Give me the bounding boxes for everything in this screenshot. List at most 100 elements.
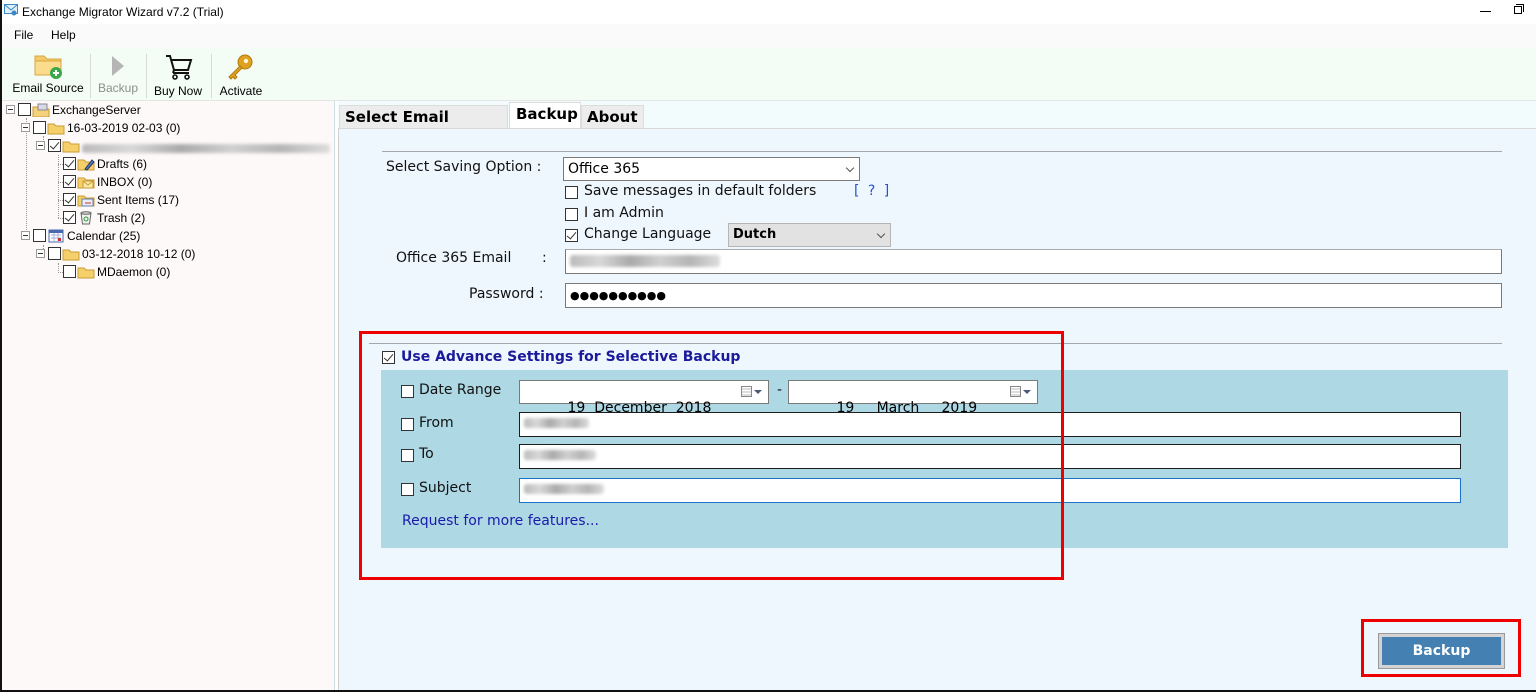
saving-option-value: Office 365 [568,161,641,177]
tree-checkbox[interactable] [18,103,31,116]
minimize-button[interactable] [1472,0,1502,24]
tree-label: Drafts (6) [97,157,148,171]
tree-label: Calendar (25) [67,229,141,243]
office365-email-input[interactable] [565,249,1502,274]
tree-node-calendar[interactable]: Calendar (25) [2,227,332,245]
folder-icon [47,123,65,135]
tree-label: ExchangeServer [52,103,141,117]
tree-node-inbox[interactable]: INBOX (0) [2,173,332,191]
subject-checkbox[interactable] [401,483,414,496]
tree-checkbox[interactable] [33,229,46,242]
folder-icon [62,141,80,153]
email-colon: : [542,250,547,266]
dropdown-arrow-icon [1023,390,1031,394]
tree-checkbox[interactable] [48,247,61,260]
subject-input[interactable] [519,478,1461,503]
buy-now-button[interactable]: Buy Now [148,48,208,100]
advanced-settings-panel: Date Range 19 December 2018 - 19 March 2… [381,370,1508,548]
account-email-blurred [82,142,330,156]
drafts-folder-icon [77,159,95,171]
toolbar-separator [211,54,212,98]
window-title: Exchange Migrator Wizard v7.2 (Trial) [22,5,224,19]
collapse-toggle[interactable] [21,231,30,240]
dropdown-arrow-icon [754,390,762,394]
i-am-admin-checkbox[interactable] [565,208,578,221]
i-am-admin-label: I am Admin [584,205,664,221]
cart-icon [166,55,193,80]
office365-email-label: Office 365 Email [396,250,512,266]
tree-node-drafts[interactable]: Drafts (6) [2,155,332,173]
tree-node[interactable]: 03-12-2018 10-12 (0) [2,245,332,263]
tab-select-email-source[interactable]: Select Email Source [339,105,508,144]
tree-label: 03-12-2018 10-12 (0) [82,247,196,261]
to-checkbox[interactable] [401,449,414,462]
password-input[interactable]: ●●●●●●●●●● [565,283,1502,308]
date-to-picker[interactable]: 19 March 2019 [788,380,1038,416]
email-source-button[interactable]: Email Source [8,48,88,100]
chevron-down-icon [876,229,886,239]
toolbar-separator [90,54,91,98]
tree-checkbox[interactable] [33,121,46,134]
tree-label: 16-03-2019 02-03 (0) [67,121,181,135]
mail-app-icon [4,4,18,16]
tree-node-exchangeserver[interactable]: ExchangeServer [2,101,332,119]
folder-icon [62,249,80,261]
collapse-toggle[interactable] [6,105,15,114]
advance-settings-checkbox[interactable] [382,351,395,364]
email-source-label: Email Source [12,81,84,95]
tab-backup[interactable]: Backup [509,102,581,129]
tree-checkbox[interactable] [63,157,76,170]
password-value: ●●●●●●●●●● [570,289,666,302]
from-input[interactable] [519,412,1461,437]
restore-icon-front [1514,6,1522,14]
request-more-features-link[interactable]: Request for more features... [402,513,599,529]
inbox-folder-icon [77,177,95,189]
from-checkbox[interactable] [401,418,414,431]
tree-node-mdaemon[interactable]: MDaemon (0) [2,263,332,281]
calendar-icon [48,229,64,243]
menu-bar: File Help [2,24,1536,48]
language-select[interactable]: Dutch [728,223,891,247]
save-default-folders-checkbox[interactable] [565,186,578,199]
collapse-toggle[interactable] [36,141,45,150]
to-label: To [419,446,434,462]
tree-checkbox[interactable] [48,139,61,152]
tree-checkbox[interactable] [63,265,76,278]
tree-label: Sent Items (17) [97,193,180,207]
restore-button[interactable] [1504,0,1534,24]
backup-tool-button[interactable]: Backup [92,48,144,100]
tree-node-account[interactable] [2,137,335,155]
help-link[interactable]: [ ? ] [854,183,891,199]
saving-option-select[interactable]: Office 365 [563,157,860,181]
tree-node-trash[interactable]: Trash (2) [2,209,332,227]
date-from-picker[interactable]: 19 December 2018 [519,380,769,416]
collapse-toggle[interactable] [21,123,30,132]
tab-about[interactable]: About [581,105,644,129]
divider [382,151,1502,152]
date-range-label: Date Range [419,382,502,398]
advance-settings-title: Use Advance Settings for Selective Backu… [401,349,741,365]
from-label: From [419,415,454,431]
tree-checkbox[interactable] [63,175,76,188]
collapse-toggle[interactable] [36,249,45,258]
tree-checkbox[interactable] [63,193,76,206]
from-blurred-value [524,418,589,428]
tree-node-sent-items[interactable]: Sent Items (17) [2,191,332,209]
date-range-checkbox[interactable] [401,385,414,398]
key-icon [228,54,253,80]
menu-file[interactable]: File [14,28,33,42]
folder-tree-panel: ExchangeServer 16-03-2019 02-03 (0) Draf… [2,101,335,690]
date-separator: - [777,382,783,398]
tree-node[interactable]: 16-03-2019 02-03 (0) [2,119,332,137]
backup-button[interactable]: Backup [1378,633,1505,669]
sent-folder-icon [77,195,95,207]
backup-tab-content: Select Saving Option : Office 365 Save m… [338,128,1536,690]
to-input[interactable] [519,444,1461,469]
change-language-checkbox[interactable] [565,229,578,242]
menu-help[interactable]: Help [51,28,76,42]
folder-add-icon [34,55,62,79]
folder-icon [77,267,95,279]
chevron-down-icon [845,163,855,173]
tree-checkbox[interactable] [63,211,76,224]
activate-button[interactable]: Activate [214,48,268,100]
